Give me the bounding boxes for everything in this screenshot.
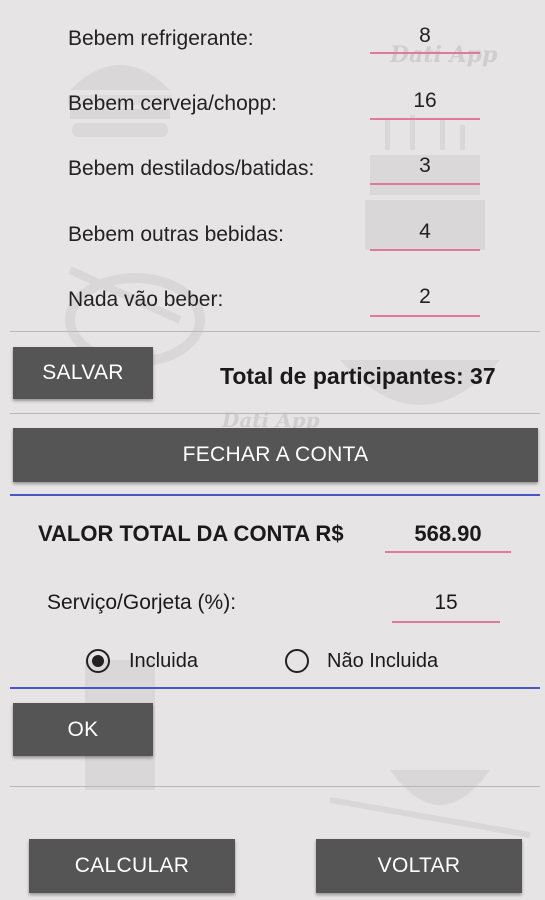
calcular-button[interactable]: CALCULAR	[29, 839, 235, 893]
input-underline	[385, 551, 511, 553]
valor-total-label: VALOR TOTAL DA CONTA R$	[38, 521, 344, 546]
voltar-button[interactable]: VOLTAR	[316, 839, 522, 893]
ok-button[interactable]: OK	[13, 703, 153, 756]
total-participantes: Total de participantes: 37	[220, 363, 496, 389]
salvar-button[interactable]: SALVAR	[13, 347, 153, 399]
valor-total-input[interactable]: 568.90	[385, 521, 511, 547]
radio-selected-dot	[92, 655, 104, 667]
divider	[10, 413, 540, 414]
input-nada[interactable]: 2	[370, 285, 480, 309]
input-cerveja[interactable]: 16	[370, 89, 480, 113]
radio-nao-incluida-label: Não Incluida	[327, 650, 439, 672]
section-divider	[10, 494, 540, 496]
input-underline	[392, 621, 500, 623]
input-destilados[interactable]: 3	[370, 154, 480, 178]
bowl-chopsticks-illustration	[330, 770, 530, 838]
input-outras[interactable]: 4	[370, 220, 480, 244]
input-underline	[370, 315, 480, 317]
label-cerveja: Bebem cerveja/chopp:	[68, 92, 277, 115]
divider	[10, 786, 540, 787]
servico-label: Serviço/Gorjeta (%):	[47, 591, 237, 614]
input-underline	[370, 118, 480, 120]
label-destilados: Bebem destilados/batidas:	[68, 157, 315, 180]
input-underline	[370, 52, 480, 54]
label-nada: Nada vão beber:	[68, 288, 224, 311]
input-underline	[370, 183, 480, 185]
label-refrigerante: Bebem refrigerante:	[68, 27, 254, 50]
radio-incluida-label: Incluida	[129, 650, 198, 672]
servico-input[interactable]: 15	[392, 591, 500, 615]
radio-nao-incluida[interactable]	[285, 649, 309, 673]
input-underline	[370, 249, 480, 251]
fechar-conta-button[interactable]: FECHAR A CONTA	[13, 428, 538, 482]
input-refrigerante[interactable]: 8	[370, 24, 480, 48]
label-outras: Bebem outras bebidas:	[68, 223, 284, 246]
divider	[10, 331, 540, 332]
radio-incluida[interactable]	[86, 649, 110, 673]
section-divider	[10, 687, 540, 689]
